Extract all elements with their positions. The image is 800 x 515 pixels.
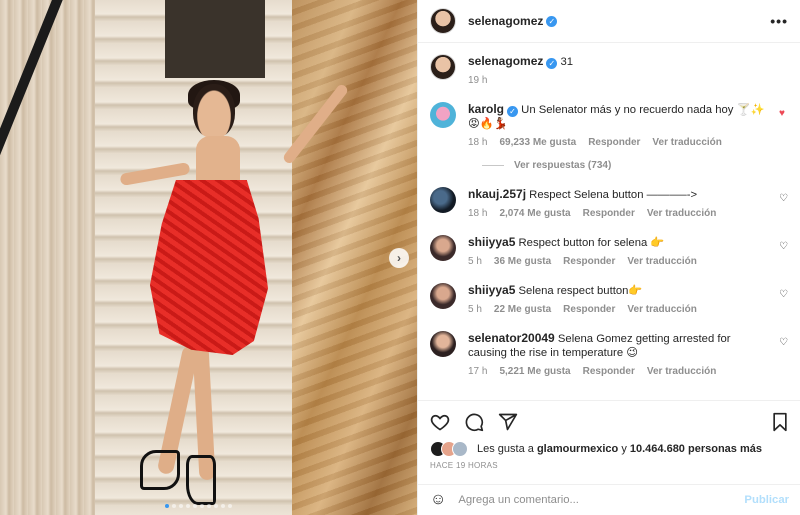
comment-input[interactable] xyxy=(458,494,745,506)
posted-time: HACE 19 HORAS xyxy=(430,461,498,470)
comment-item: shiiyya5 Selena respect button👉 5 h 22 M… xyxy=(430,283,789,315)
comment-likes[interactable]: 2,074 Me gusta xyxy=(499,208,570,219)
comment-likes[interactable]: 69,233 Me gusta xyxy=(499,137,576,148)
carousel-dot xyxy=(200,504,204,508)
comment-username[interactable]: selenator20049 xyxy=(468,331,555,345)
likes-summary: Les gusta a glamourmexico y 10.464.680 p… xyxy=(430,441,789,457)
liker-avatars xyxy=(430,441,468,457)
post-caption: selenagomez ✓ 31 19 h xyxy=(430,54,789,86)
translate-button[interactable]: Ver traducción xyxy=(647,366,716,377)
caption-time: 19 h xyxy=(468,75,488,86)
comment-composer: ☺ Publicar xyxy=(418,484,800,515)
comment-time: 5 h xyxy=(468,256,482,267)
verified-icon: ✓ xyxy=(546,15,558,27)
like-icon[interactable] xyxy=(430,412,450,432)
comment-item: karolg ✓ Un Selenator más y no recuerdo n… xyxy=(430,102,789,148)
carousel-dot xyxy=(214,504,218,508)
reply-button[interactable]: Responder xyxy=(583,366,635,377)
carousel-dot xyxy=(186,504,190,508)
comment-like-icon[interactable]: ♡ xyxy=(779,193,789,204)
comment-time: 5 h xyxy=(468,304,482,315)
post-header: selenagomez ✓ ••• xyxy=(418,0,800,43)
carousel-dot xyxy=(172,504,176,508)
comment-like-icon[interactable]: ♥ xyxy=(779,108,789,119)
post-photo[interactable]: › xyxy=(0,0,417,515)
comment-like-icon[interactable]: ♡ xyxy=(779,337,789,348)
comment-username[interactable]: karolg xyxy=(468,102,504,116)
reply-button[interactable]: Responder xyxy=(588,137,640,148)
translate-button[interactable]: Ver traducción xyxy=(627,256,696,267)
author-avatar[interactable] xyxy=(430,54,456,80)
commenter-avatar[interactable] xyxy=(430,331,456,357)
verified-icon: ✓ xyxy=(546,58,558,69)
person-figure xyxy=(193,84,235,138)
more-options-icon[interactable]: ••• xyxy=(770,13,788,29)
translate-button[interactable]: Ver traducción xyxy=(647,208,716,219)
comment-likes[interactable]: 22 Me gusta xyxy=(494,304,551,315)
comment-time: 17 h xyxy=(468,366,488,377)
caption-username[interactable]: selenagomez xyxy=(468,54,543,68)
reply-button[interactable]: Responder xyxy=(563,304,615,315)
carousel-dot xyxy=(179,504,183,508)
comment-like-icon[interactable]: ♡ xyxy=(779,289,789,300)
carousel-dot xyxy=(165,504,169,508)
carousel-dot xyxy=(193,504,197,508)
translate-button[interactable]: Ver traducción xyxy=(652,137,721,148)
carousel-next-button[interactable]: › xyxy=(389,248,409,268)
comment-item: nkauj.257j Respect Selena button ———–-> … xyxy=(430,187,789,219)
comment-like-icon[interactable]: ♡ xyxy=(779,241,789,252)
bookmark-icon[interactable] xyxy=(771,412,789,432)
comment-username[interactable]: shiiyya5 xyxy=(468,235,515,249)
likes-middle: y xyxy=(621,443,627,455)
comment-text: Respect button for selena 👉 xyxy=(518,237,665,249)
comment-item: selenator20049 Selena Gomez getting arre… xyxy=(430,331,789,377)
view-replies-label: Ver respuestas (734) xyxy=(514,160,612,171)
commenter-avatar[interactable] xyxy=(430,283,456,309)
reply-button[interactable]: Responder xyxy=(563,256,615,267)
view-replies-button[interactable]: Ver respuestas (734) xyxy=(482,160,789,171)
comment-item: shiiyya5 Respect button for selena 👉 5 h… xyxy=(430,235,789,267)
caption-text: 31 xyxy=(560,56,574,68)
comment-likes[interactable]: 36 Me gusta xyxy=(494,256,551,267)
comment-username[interactable]: nkauj.257j xyxy=(468,187,526,201)
comment-icon[interactable] xyxy=(464,412,484,432)
author-username[interactable]: selenagomez xyxy=(468,14,543,28)
stair-landing xyxy=(165,0,265,78)
comment-text: Respect Selena button ———–-> xyxy=(529,189,698,201)
translate-button[interactable]: Ver traducción xyxy=(627,304,696,315)
publish-button[interactable]: Publicar xyxy=(744,494,789,506)
comment-likes[interactable]: 5,221 Me gusta xyxy=(499,366,570,377)
comment-list[interactable]: selenagomez ✓ 31 19 h karolg ✓ Un Selenato… xyxy=(418,44,800,400)
comment-text: Selena respect button👉 xyxy=(518,285,643,297)
carousel-dots xyxy=(165,504,232,508)
liker-username[interactable]: glamourmexico xyxy=(537,443,618,455)
comment-time: 18 h xyxy=(468,208,488,219)
commenter-avatar[interactable] xyxy=(430,235,456,261)
likes-count[interactable]: 10.464.680 personas más xyxy=(630,443,762,455)
commenter-avatar[interactable] xyxy=(430,187,456,213)
post-sidebar: selenagomez ✓ ••• selenagomez✓ 31 19 h xyxy=(417,0,800,515)
author-avatar[interactable] xyxy=(430,8,456,34)
commenter-avatar[interactable] xyxy=(430,102,456,128)
carousel-dot xyxy=(221,504,225,508)
comment-username[interactable]: shiiyya5 xyxy=(468,283,515,297)
carousel-dot xyxy=(228,504,232,508)
share-icon[interactable] xyxy=(498,412,518,432)
emoji-icon[interactable]: ☺ xyxy=(430,491,446,509)
likes-prefix: Les gusta a xyxy=(477,443,534,455)
post-actions: Les gusta a glamourmexico y 10.464.680 p… xyxy=(418,400,800,470)
comment-time: 18 h xyxy=(468,137,488,148)
verified-icon: ✓ xyxy=(507,106,519,117)
reply-button[interactable]: Responder xyxy=(583,208,635,219)
carousel-dot xyxy=(207,504,211,508)
